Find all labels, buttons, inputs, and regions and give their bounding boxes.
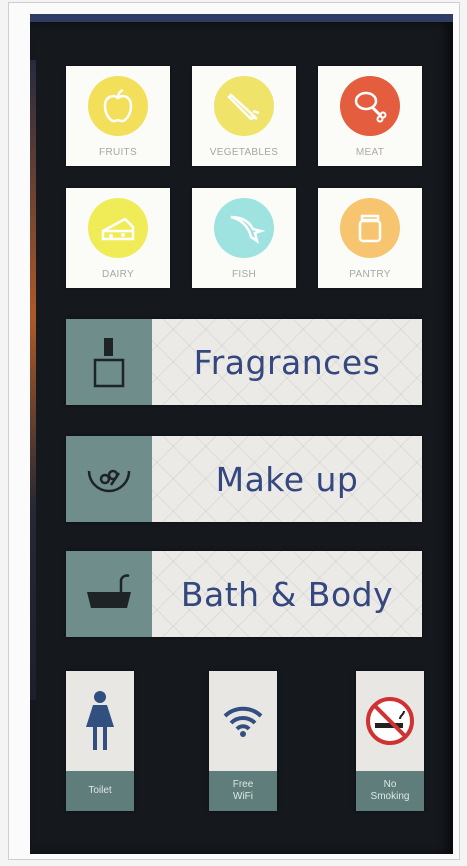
apple-icon [103,88,133,123]
section-label: Make up [215,459,359,499]
meat-circle [340,76,400,136]
bath-icon-block [66,551,152,637]
woman-icon [86,691,114,750]
pantry-circle [340,198,400,258]
tile-label: MEAT [355,147,385,158]
tile-label: VEGETABLES [209,147,279,158]
fruits-circle [88,76,148,136]
section-bath-body: Bath & Body [66,551,422,637]
tile-fruits: FRUITS [66,66,170,166]
dairy-circle [88,198,148,258]
makeup-icon [87,469,131,493]
sign-no-smoking: No Smoking [356,671,424,811]
section-makeup: Make up [66,436,422,522]
jar-icon [358,214,382,243]
no-smoking-icon [366,697,414,745]
no-smoking-label-strip: No Smoking [356,771,424,811]
tile-label: DAIRY [102,269,134,280]
wifi-label-strip: Free WiFi [209,771,277,811]
tile-vegetables: VEGETABLES [192,66,296,166]
wifi-icon-area [209,671,277,771]
perfume-bottle-icon [93,338,125,388]
tile-dairy: DAIRY [66,188,170,288]
facility-label: No Smoking [370,779,410,802]
board-left-edge [30,60,36,700]
tile-meat: MEAT [318,66,422,166]
sign-wifi: Free WiFi [209,671,277,811]
cheese-icon [101,217,135,241]
vegetables-circle [214,76,274,136]
no-smoking-icon-area [356,671,424,771]
tile-pantry: PANTRY [318,188,422,288]
tile-fish: FISH [192,188,296,288]
drumstick-icon [354,91,387,123]
toilet-icon-area [66,671,134,771]
carrot-icon [227,93,260,121]
fragrances-icon-block [66,319,152,405]
wifi-icon [223,706,263,737]
section-label: Bath & Body [180,574,394,614]
toilet-label-strip: Toilet [66,771,134,811]
fish-icon [230,215,265,244]
facility-label: Toilet [88,785,112,796]
tile-label: FRUITS [99,147,137,158]
section-label: Fragrances [193,342,381,382]
tile-label: FISH [232,269,256,280]
bathtub-icon [87,574,131,608]
facility-label: Free WiFi [232,779,254,802]
tile-label: PANTRY [349,269,391,280]
makeup-icon-block [66,436,152,522]
sign-toilet: Toilet [66,671,134,811]
section-fragrances: Fragrances [66,319,422,405]
fish-circle [214,198,274,258]
